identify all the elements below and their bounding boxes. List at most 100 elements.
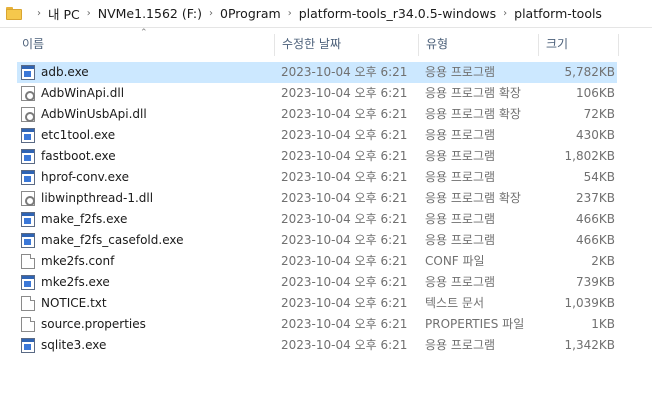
address-bar[interactable]: › 내 PC › NVMe1.1562 (F:) › 0Program › pl… (0, 0, 652, 28)
chevron-right-icon[interactable]: › (288, 8, 292, 19)
file-type: 응용 프로그램 (425, 275, 496, 289)
file-row[interactable]: fastboot.exe 2023-10-04 오후 6:21 응용 프로그램 1,8… (17, 146, 617, 167)
file-row[interactable]: source.properties 2023-10-04 오후 6:21 PROPE… (17, 314, 617, 335)
file-type: 응용 프로그램 (425, 338, 496, 352)
application-icon (21, 275, 35, 290)
file-row[interactable]: adb.exe 2023-10-04 오후 6:21 응용 프로그램 5,782KB (17, 62, 617, 83)
folder-icon (6, 7, 22, 20)
file-row[interactable]: sqlite3.exe 2023-10-04 오후 6:21 응용 프로그램 1,34… (17, 335, 617, 356)
file-name: make_f2fs_casefold.exe (41, 233, 184, 247)
file-size: 430KB (575, 128, 615, 142)
file-type: 텍스트 문서 (425, 296, 485, 310)
file-date: 2023-10-04 오후 6:21 (281, 107, 408, 121)
file-name: NOTICE.txt (41, 296, 107, 310)
file-date: 2023-10-04 오후 6:21 (281, 338, 408, 352)
file-date: 2023-10-04 오후 6:21 (281, 191, 408, 205)
file-date: 2023-10-04 오후 6:21 (281, 233, 408, 247)
document-icon (21, 254, 35, 269)
file-type: 응용 프로그램 (425, 65, 496, 79)
chevron-right-icon[interactable]: › (87, 8, 91, 19)
file-name: source.properties (41, 317, 146, 331)
application-icon (21, 170, 35, 185)
file-date: 2023-10-04 오후 6:21 (281, 170, 408, 184)
breadcrumb-item-platform-tools[interactable]: platform-tools (514, 6, 602, 21)
application-icon (21, 149, 35, 164)
file-size: 1KB (591, 317, 615, 331)
application-icon (21, 65, 35, 80)
column-header-size[interactable]: 크기 (546, 30, 568, 58)
breadcrumb-item-program[interactable]: 0Program (220, 6, 281, 21)
breadcrumb-item-platform-tools-windows[interactable]: platform-tools_r34.0.5-windows (299, 6, 496, 21)
file-name: etc1tool.exe (41, 128, 116, 142)
file-row[interactable]: mke2fs.exe 2023-10-04 오후 6:21 응용 프로그램 739KB (17, 272, 617, 293)
breadcrumb-item-this-pc[interactable]: 내 PC (48, 4, 80, 23)
column-divider[interactable] (274, 34, 275, 56)
file-size: 237KB (575, 191, 615, 205)
document-icon (21, 317, 35, 332)
dll-file-icon (21, 86, 35, 101)
file-name: libwinpthread-1.dll (41, 191, 154, 205)
file-size: 72KB (583, 107, 615, 121)
file-date: 2023-10-04 오후 6:21 (281, 317, 408, 331)
chevron-right-icon[interactable]: › (503, 8, 507, 19)
file-type: 응용 프로그램 확장 (425, 86, 521, 100)
dll-file-icon (21, 191, 35, 206)
file-name: mke2fs.exe (41, 275, 110, 289)
file-size: 54KB (583, 170, 615, 184)
file-size: 1,802KB (564, 149, 615, 163)
file-name: make_f2fs.exe (41, 212, 128, 226)
file-row[interactable]: AdbWinApi.dll 2023-10-04 오후 6:21 응용 프로그램 확… (17, 83, 617, 104)
file-type: 응용 프로그램 (425, 128, 496, 142)
file-row[interactable]: NOTICE.txt 2023-10-04 오후 6:21 텍스트 문서 1,039K… (17, 293, 617, 314)
column-headers: 이름 ⌃ 수정한 날짜 유형 크기 (0, 28, 652, 58)
column-header-date[interactable]: 수정한 날짜 (282, 30, 341, 58)
column-divider[interactable] (418, 34, 419, 56)
chevron-right-icon[interactable]: › (37, 8, 41, 19)
file-name: adb.exe (41, 65, 89, 79)
file-date: 2023-10-04 오후 6:21 (281, 149, 408, 163)
file-size: 1,039KB (564, 296, 615, 310)
file-date: 2023-10-04 오후 6:21 (281, 128, 408, 142)
file-name: hprof-conv.exe (41, 170, 129, 184)
file-row[interactable]: etc1tool.exe 2023-10-04 오후 6:21 응용 프로그램 430… (17, 125, 617, 146)
application-icon (21, 128, 35, 143)
column-divider[interactable] (618, 34, 619, 56)
file-row[interactable]: hprof-conv.exe 2023-10-04 오후 6:21 응용 프로그램 5… (17, 167, 617, 188)
file-size: 1,342KB (564, 338, 615, 352)
file-size: 739KB (575, 275, 615, 289)
file-type: PROPERTIES 파일 (425, 317, 525, 331)
file-date: 2023-10-04 오후 6:21 (281, 254, 408, 268)
file-size: 5,782KB (564, 65, 615, 79)
file-type: 응용 프로그램 (425, 212, 496, 226)
chevron-right-icon[interactable]: › (209, 8, 213, 19)
dll-file-icon (21, 107, 35, 122)
file-size: 2KB (591, 254, 615, 268)
column-header-name[interactable]: 이름 (22, 30, 44, 58)
file-row[interactable]: make_f2fs.exe 2023-10-04 오후 6:21 응용 프로그램 46… (17, 209, 617, 230)
file-type: 응용 프로그램 (425, 170, 496, 184)
file-name: AdbWinApi.dll (41, 86, 125, 100)
file-type: 응용 프로그램 확장 (425, 191, 521, 205)
file-type: 응용 프로그램 (425, 233, 496, 247)
file-date: 2023-10-04 오후 6:21 (281, 275, 408, 289)
document-icon (21, 296, 35, 311)
file-size: 466KB (575, 233, 615, 247)
application-icon (21, 212, 35, 227)
file-size: 106KB (575, 86, 615, 100)
file-date: 2023-10-04 오후 6:21 (281, 65, 408, 79)
file-type: 응용 프로그램 (425, 149, 496, 163)
column-header-type[interactable]: 유형 (426, 30, 448, 58)
file-row[interactable]: AdbWinUsbApi.dll 2023-10-04 오후 6:21 응용 프로그… (17, 104, 617, 125)
breadcrumb-item-drive[interactable]: NVMe1.1562 (F:) (98, 6, 202, 21)
application-icon (21, 233, 35, 248)
file-date: 2023-10-04 오후 6:21 (281, 296, 408, 310)
file-row[interactable]: make_f2fs_casefold.exe 2023-10-04 오후 6:21… (17, 230, 617, 251)
file-row[interactable]: libwinpthread-1.dll 2023-10-04 오후 6:21 응용 … (17, 188, 617, 209)
application-icon (21, 338, 35, 353)
file-list: adb.exe 2023-10-04 오후 6:21 응용 프로그램 5,782KB A… (17, 62, 617, 356)
file-size: 466KB (575, 212, 615, 226)
file-row[interactable]: mke2fs.conf 2023-10-04 오후 6:21 CONF 파일 2KB (17, 251, 617, 272)
column-divider[interactable] (538, 34, 539, 56)
file-date: 2023-10-04 오후 6:21 (281, 212, 408, 226)
file-name: AdbWinUsbApi.dll (41, 107, 147, 121)
